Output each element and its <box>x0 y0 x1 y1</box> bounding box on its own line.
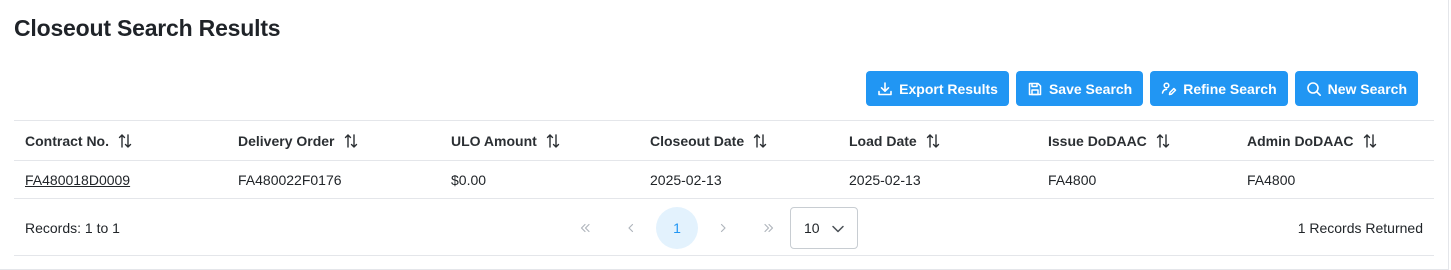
column-header-label: Issue DoDAAC <box>1048 132 1147 149</box>
cell-admin-dodaac: FA4800 <box>1247 171 1296 188</box>
edit-icon <box>1161 81 1177 97</box>
double-chevron-right-icon <box>763 222 775 234</box>
cell-contract-no: FA480018D0009 <box>14 172 227 188</box>
table-header: Contract No. Delivery Order ULO Amount C… <box>14 120 1434 160</box>
sort-icon[interactable] <box>925 133 941 149</box>
sort-icon[interactable] <box>1155 133 1171 149</box>
sort-icon[interactable] <box>343 133 359 149</box>
paginator: 1 <box>564 207 794 249</box>
toolbar: Export Results Save Search Refine Search… <box>866 71 1418 106</box>
records-range: Records: 1 to 1 <box>25 220 120 236</box>
new-search-label: New Search <box>1327 80 1407 97</box>
sort-icon[interactable] <box>545 133 561 149</box>
sort-icon[interactable] <box>752 133 768 149</box>
download-icon <box>877 81 893 97</box>
results-table: Contract No. Delivery Order ULO Amount C… <box>14 120 1434 199</box>
previous-page-button[interactable] <box>610 207 652 249</box>
column-header-closeout-date[interactable]: Closeout Date <box>639 133 838 149</box>
cell-delivery-order: FA480022F0176 <box>238 171 342 188</box>
column-header-ulo-amount[interactable]: ULO Amount <box>440 133 639 149</box>
results-panel: Closeout Search Results Export Results S… <box>0 0 1449 270</box>
new-search-button[interactable]: New Search <box>1294 71 1418 106</box>
next-page-button[interactable] <box>702 207 744 249</box>
sort-icon[interactable] <box>1362 133 1378 149</box>
export-results-button[interactable]: Export Results <box>866 71 1009 106</box>
last-page-button[interactable] <box>748 207 790 249</box>
refine-search-button[interactable]: Refine Search <box>1150 71 1288 106</box>
column-header-contract-no[interactable]: Contract No. <box>14 133 227 149</box>
save-search-button[interactable]: Save Search <box>1015 71 1144 106</box>
rows-per-page-select[interactable]: 10 <box>790 207 858 249</box>
chevron-left-icon <box>625 222 637 234</box>
save-search-label: Save Search <box>1048 80 1133 97</box>
cell-ulo-amount: $0.00 <box>451 171 487 188</box>
table-footer: Records: 1 to 1 1 10 1 Records Returned <box>14 199 1434 256</box>
cell-issue-dodaac: FA4800 <box>1048 171 1097 188</box>
cell-load-date: 2025-02-13 <box>849 171 921 188</box>
table-row: FA480018D0009 FA480022F0176 $0.00 2025-0… <box>14 160 1434 199</box>
refine-search-label: Refine Search <box>1183 80 1277 97</box>
search-icon <box>1306 81 1322 97</box>
column-header-label: Delivery Order <box>238 132 335 149</box>
export-results-label: Export Results <box>899 80 998 97</box>
double-chevron-left-icon <box>579 222 591 234</box>
column-header-delivery-order[interactable]: Delivery Order <box>227 133 440 149</box>
column-header-label: ULO Amount <box>451 132 537 149</box>
sort-icon[interactable] <box>117 133 133 149</box>
first-page-button[interactable] <box>564 207 606 249</box>
column-header-label: Load Date <box>849 132 917 149</box>
column-header-label: Admin DoDAAC <box>1247 132 1354 149</box>
column-header-admin-dodaac[interactable]: Admin DoDAAC <box>1236 133 1434 149</box>
chevron-right-icon <box>717 222 729 234</box>
cell-closeout-date: 2025-02-13 <box>650 171 722 188</box>
column-header-label: Contract No. <box>25 132 109 149</box>
save-icon <box>1027 81 1043 97</box>
rows-per-page-value: 10 <box>804 220 820 236</box>
page-title: Closeout Search Results <box>14 15 281 41</box>
column-header-load-date[interactable]: Load Date <box>838 133 1037 149</box>
column-header-label: Closeout Date <box>650 132 745 149</box>
records-returned: 1 Records Returned <box>1297 220 1423 236</box>
column-header-issue-dodaac[interactable]: Issue DoDAAC <box>1037 133 1236 149</box>
contract-no-link[interactable]: FA480018D0009 <box>25 172 130 188</box>
page-button-current[interactable]: 1 <box>656 207 698 249</box>
